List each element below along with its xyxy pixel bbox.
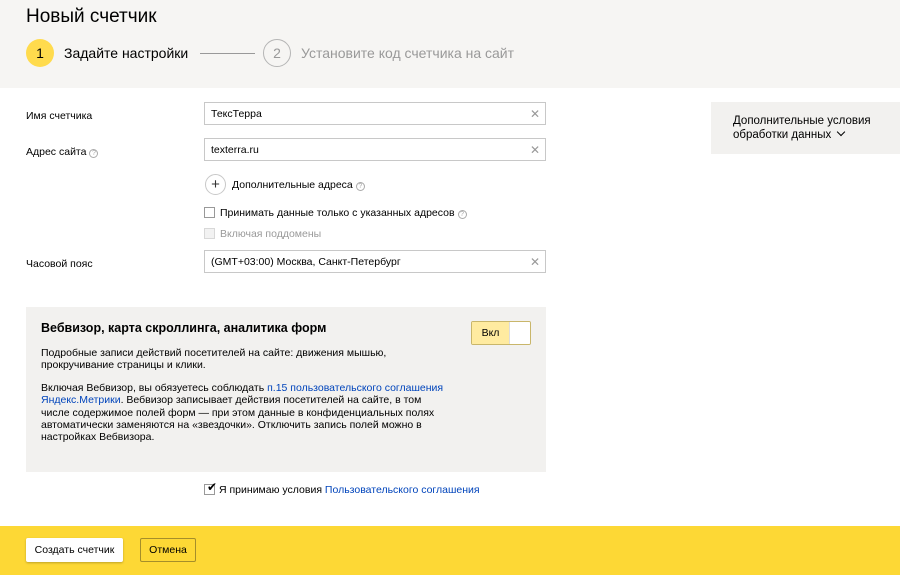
timezone-label: Часовой пояс (26, 258, 93, 270)
step-1-label: Задайте настройки (64, 45, 189, 61)
step-connector (200, 53, 255, 54)
close-icon[interactable]: ✕ (529, 144, 541, 156)
accept-only-checkbox[interactable] (204, 207, 215, 218)
webvisor-toggle[interactable]: Вкл (471, 321, 531, 345)
site-address-label-text: Адрес сайта (26, 146, 87, 158)
step-2-number: 2 (263, 39, 291, 67)
close-icon[interactable]: ✕ (529, 108, 541, 120)
site-address-label: Адрес сайта? (26, 146, 99, 158)
help-icon[interactable]: ? (89, 149, 99, 158)
toggle-on-label: Вкл (472, 322, 509, 344)
step-2-label: Установите код счетчика на сайт (301, 45, 515, 61)
help-icon[interactable]: ? (457, 210, 467, 219)
counter-name-label: Имя счетчика (26, 110, 93, 122)
webvisor-description: Подробные записи действий посетителей на… (41, 347, 387, 371)
close-icon[interactable]: ✕ (529, 256, 541, 268)
footer-bar: Создать счетчик Отмена (0, 526, 900, 575)
create-counter-button[interactable]: Создать счетчик (26, 538, 123, 562)
help-icon[interactable]: ? (355, 182, 365, 191)
header: Новый счетчик 1 Задайте настройки 2 Уста… (0, 0, 900, 88)
advanced-line-1: Дополнительные условия (733, 115, 871, 127)
chevron-down-icon (837, 127, 846, 137)
checkmark-icon: ✔ (207, 480, 218, 494)
add-addresses-button[interactable]: + (205, 174, 226, 195)
accept-only-text: Принимать данные только с указанных адре… (220, 207, 455, 219)
step-1-number: 1 (26, 39, 54, 67)
cancel-button[interactable]: Отмена (140, 538, 196, 562)
additional-addresses-label: Дополнительные адреса? (232, 179, 365, 191)
webvisor-terms-text: Включая Вебвизор, вы обязуетесь соблюдат… (41, 382, 446, 443)
webvisor-title: Вебвизор, карта скроллинга, аналитика фо… (41, 321, 327, 335)
agreement-text: Я принимаю условия (219, 484, 325, 496)
user-agreement-link[interactable]: Пользовательского соглашения (325, 484, 480, 496)
site-address-input[interactable] (204, 138, 546, 161)
subdomains-checkbox (204, 228, 215, 239)
advanced-settings-toggle[interactable]: Дополнительные условия обработки данных (733, 114, 871, 142)
additional-addresses-text: Дополнительные адреса (232, 179, 353, 191)
webvisor-terms-before: Включая Вебвизор, вы обязуетесь соблюдат… (41, 382, 268, 394)
advanced-settings-panel[interactable]: Дополнительные условия обработки данных (711, 102, 900, 154)
advanced-line-2: обработки данных (733, 129, 832, 141)
toggle-knob (509, 322, 530, 344)
plus-icon: + (211, 176, 220, 193)
agreement-label: Я принимаю условия Пользовательского сог… (219, 484, 480, 496)
timezone-input[interactable] (204, 250, 546, 273)
webvisor-panel: Вебвизор, карта скроллинга, аналитика фо… (26, 307, 546, 472)
page-title: Новый счетчик (26, 6, 157, 27)
subdomains-label: Включая поддомены (220, 228, 322, 240)
accept-only-label: Принимать данные только с указанных адре… (220, 207, 467, 219)
counter-name-input[interactable] (204, 102, 546, 125)
agreement-checkbox[interactable]: ✔ (204, 480, 218, 495)
